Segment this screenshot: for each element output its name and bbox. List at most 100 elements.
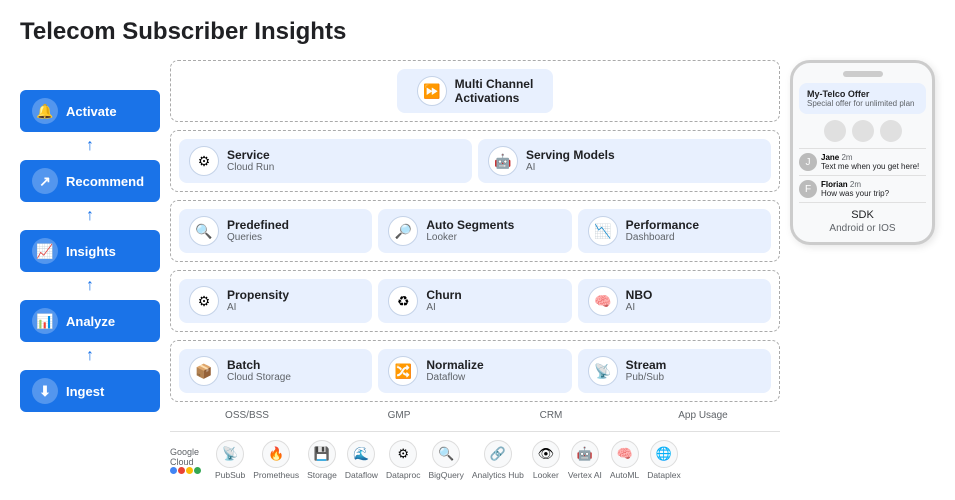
chat-florian-msg: How was your trip? xyxy=(821,189,889,198)
phone-platform-label: Android or IOS xyxy=(799,223,926,234)
circle-1 xyxy=(824,120,846,142)
notif-title: My-Telco Offer xyxy=(807,89,918,99)
nbo-icon: 🧠 xyxy=(588,286,618,316)
sidebar-item-insights[interactable]: 📈 Insights xyxy=(20,230,160,272)
stream-box: 📡 Stream Pub/Sub xyxy=(578,349,771,393)
automl-icon: 🧠 xyxy=(611,440,639,468)
auto-segments-name: Auto Segments xyxy=(426,218,514,232)
normalize-name: Normalize xyxy=(426,358,483,372)
performance-icon: 📉 xyxy=(588,216,618,246)
predefined-name: Predefined xyxy=(227,218,289,232)
service-sub: Cloud Run xyxy=(227,162,274,174)
google-cloud-logo: Google Cloud xyxy=(170,447,201,474)
chat-jane-name: Jane 2m xyxy=(821,153,919,162)
batch-sub: Cloud Storage xyxy=(227,372,291,384)
service-prometheus: 🔥 Prometheus xyxy=(253,440,299,480)
gc-dot-red xyxy=(178,467,185,474)
propensity-box: ⚙ Propensity AI xyxy=(179,279,372,323)
chat-jane-msg: Text me when you get here! xyxy=(821,162,919,171)
analyze-section: ⚙ Propensity AI ♻ Churn AI xyxy=(170,270,780,332)
phone-notch xyxy=(843,71,883,77)
normalize-icon: 🔀 xyxy=(388,356,418,386)
sidebar-item-ingest[interactable]: ⬇ Ingest xyxy=(20,370,160,412)
analytics-hub-icon: 🔗 xyxy=(484,440,512,468)
service-automl: 🧠 AutoML xyxy=(610,440,639,480)
arrow-analyze-ingest: ↑ xyxy=(20,348,160,364)
nbo-name: NBO xyxy=(626,288,653,302)
predefined-box: 🔍 Predefined Queries xyxy=(179,209,372,253)
phone-divider-3 xyxy=(799,202,926,203)
sidebar-item-recommend[interactable]: ↗ Recommend xyxy=(20,160,160,202)
source-labels: OSS/BSS GMP CRM App Usage xyxy=(170,410,780,421)
prometheus-icon: 🔥 xyxy=(262,440,290,468)
gc-dot-green xyxy=(194,467,201,474)
vertex-ai-icon: 🤖 xyxy=(571,440,599,468)
storage-icon: 💾 xyxy=(308,440,336,468)
churn-sub: AI xyxy=(426,302,461,314)
ingest-section: 📦 Batch Cloud Storage 🔀 Normalize Datafl… xyxy=(170,340,780,402)
avatar-florian: F xyxy=(799,180,817,198)
service-storage: 💾 Storage xyxy=(307,440,337,480)
phone-divider-1 xyxy=(799,148,926,149)
stream-name: Stream xyxy=(626,358,667,372)
page: { "title": "Telecom Subscriber Insights"… xyxy=(0,0,955,500)
dataplex-icon: 🌐 xyxy=(650,440,678,468)
phone-sdk-label: SDK xyxy=(799,209,926,221)
activate-section: ⏩ Multi Channel Activations xyxy=(170,60,780,122)
batch-box: 📦 Batch Cloud Storage xyxy=(179,349,372,393)
dataproc-icon: ⚙ xyxy=(389,440,417,468)
insights-icon: 📈 xyxy=(32,238,58,264)
service-dataproc: ⚙ Dataproc xyxy=(386,440,421,480)
performance-box: 📉 Performance Dashboard xyxy=(578,209,771,253)
arrow-recommend-insights: ↑ xyxy=(20,208,160,224)
multi-channel-box: ⏩ Multi Channel Activations xyxy=(397,69,554,113)
phone-notification: My-Telco Offer Special offer for unlimit… xyxy=(799,83,926,114)
phone-chat-florian: F Florian 2m How was your trip? xyxy=(799,180,926,198)
pubsub-icon: 📡 xyxy=(216,440,244,468)
serving-models-box: 🤖 Serving Models AI xyxy=(478,139,771,183)
service-bigquery: 🔍 BigQuery xyxy=(428,440,463,480)
label-crm: CRM xyxy=(478,410,624,421)
auto-segments-sub: Looker xyxy=(426,232,514,244)
normalize-box: 🔀 Normalize Dataflow xyxy=(378,349,571,393)
circle-3 xyxy=(880,120,902,142)
phone-mockup: My-Telco Offer Special offer for unlimit… xyxy=(790,60,935,245)
analyze-icon: 📊 xyxy=(32,308,58,334)
performance-sub: Dashboard xyxy=(626,232,699,244)
recommend-icon: ↗ xyxy=(32,168,58,194)
label-ossbss: OSS/BSS xyxy=(174,410,320,421)
churn-box: ♻ Churn AI xyxy=(378,279,571,323)
propensity-sub: AI xyxy=(227,302,289,314)
sidebar-item-analyze[interactable]: 📊 Analyze xyxy=(20,300,160,342)
phone-divider-2 xyxy=(799,175,926,176)
serving-models-icon: 🤖 xyxy=(488,146,518,176)
auto-segments-box: 🔎 Auto Segments Looker xyxy=(378,209,571,253)
serving-section: ⚙ Service Cloud Run 🤖 Serving Models AI xyxy=(170,130,780,192)
insights-section: 🔍 Predefined Queries 🔎 Auto Segments Loo… xyxy=(170,200,780,262)
ingest-icon: ⬇ xyxy=(32,378,58,404)
phone-frame: My-Telco Offer Special offer for unlimit… xyxy=(790,60,935,245)
batch-icon: 📦 xyxy=(189,356,219,386)
circle-2 xyxy=(852,120,874,142)
diagram-area: ⏩ Multi Channel Activations ⚙ Service Cl… xyxy=(170,60,780,480)
sidebar: 🔔 Activate ↑ ↗ Recommend ↑ 📈 Insights ↑ … xyxy=(20,90,160,412)
propensity-name: Propensity xyxy=(227,288,289,302)
sidebar-item-activate[interactable]: 🔔 Activate xyxy=(20,90,160,132)
looker-icon: 👁 xyxy=(532,440,560,468)
service-name: Service xyxy=(227,148,274,162)
churn-icon: ♻ xyxy=(388,286,418,316)
multi-channel-icon: ⏩ xyxy=(417,76,447,106)
service-analytics-hub: 🔗 Analytics Hub xyxy=(472,440,524,480)
service-looker: 👁 Looker xyxy=(532,440,560,480)
notif-subtitle: Special offer for unlimited plan xyxy=(807,99,918,108)
arrow-insights-analyze: ↑ xyxy=(20,278,160,294)
service-icon: ⚙ xyxy=(189,146,219,176)
label-appusage: App Usage xyxy=(630,410,776,421)
predefined-icon: 🔍 xyxy=(189,216,219,246)
performance-name: Performance xyxy=(626,218,699,232)
auto-segments-icon: 🔎 xyxy=(388,216,418,246)
phone-circles xyxy=(799,120,926,142)
bottom-services-row: Google Cloud 📡 PubSub 🔥 Prometheus xyxy=(170,431,780,480)
label-gmp: GMP xyxy=(326,410,472,421)
service-vertex-ai: 🤖 Vertex AI xyxy=(568,440,602,480)
